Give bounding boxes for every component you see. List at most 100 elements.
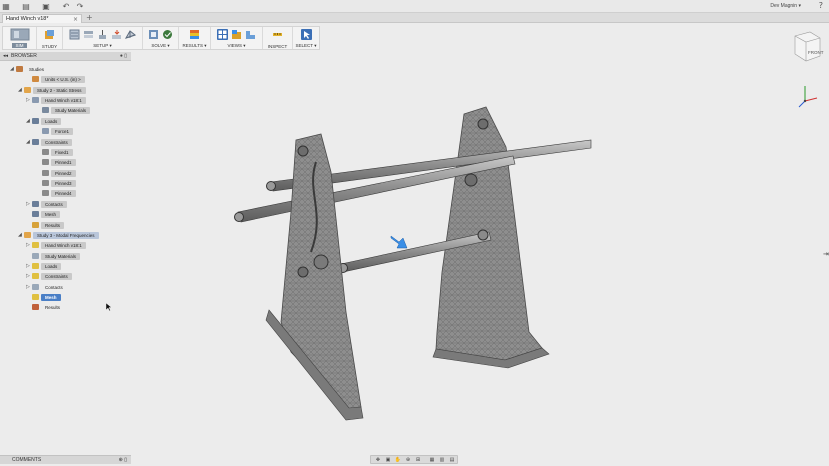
tree-item[interactable]: ▷ Contacts: [26, 200, 67, 208]
collapse-icon[interactable]: ◂◂: [3, 53, 8, 59]
tree-item[interactable]: Study Materials: [36, 106, 91, 114]
view-cube[interactable]: FRONT: [790, 28, 824, 64]
zoom-icon[interactable]: ⊕: [404, 457, 412, 463]
viewport-settings-icon[interactable]: ▤: [448, 457, 456, 463]
ribbon-group-inspect[interactable]: INSPECT: [263, 27, 293, 49]
tree-item[interactable]: ◢ Studies: [10, 65, 48, 73]
results-icon: [190, 30, 199, 39]
solve-icon: [163, 30, 172, 39]
ribbon-group-select[interactable]: SELECT ▾: [293, 27, 319, 49]
contacts-icon: [32, 201, 39, 207]
force-arrow-icon[interactable]: [390, 235, 408, 249]
document-tab-title: Hand Winch v18*: [6, 16, 49, 22]
comments-bar[interactable]: COMMENTS ⊕ ▯: [0, 455, 131, 464]
tree-item[interactable]: ◢ Loads: [26, 117, 62, 125]
tree-item-label: Loads: [41, 117, 62, 125]
tree-item[interactable]: Pinned3: [36, 179, 76, 187]
tree-item-label: Study Materials: [51, 106, 91, 114]
save-icon[interactable]: ▣: [40, 0, 52, 12]
ribbon-group-results[interactable]: RESULTS ▾: [179, 27, 211, 49]
tree-item[interactable]: Pinned1: [36, 158, 76, 166]
ribbon-group-solve[interactable]: SOLVE ▾: [143, 27, 179, 49]
tree-item[interactable]: Units < U.S. (in) >: [26, 75, 85, 83]
pointer-hint-icon: ⇥: [823, 250, 829, 258]
tree-item[interactable]: Mesh: [26, 210, 61, 218]
mesh-icon: [32, 294, 39, 300]
tree-item-label: Contacts: [41, 200, 67, 208]
ribbon: SIM STUDY SETUP ▾ SOLVE ▾ RESULTS ▾ VIEW…: [0, 24, 829, 51]
display-settings-icon[interactable]: ▦: [428, 457, 436, 463]
grid-settings-icon[interactable]: ▥: [438, 457, 446, 463]
browser-pin-icon[interactable]: ● ▯: [120, 53, 127, 59]
redo-icon[interactable]: ↷: [74, 0, 86, 12]
look-at-icon[interactable]: ▣: [384, 457, 392, 463]
document-tab[interactable]: Hand Winch v18* ×: [2, 14, 82, 23]
force-icon: [42, 128, 49, 134]
tree-item[interactable]: ▷ Constraints: [26, 272, 72, 280]
user-menu[interactable]: Dev Magnin ▾: [770, 3, 801, 9]
ribbon-group-setup[interactable]: SETUP ▾: [63, 27, 143, 49]
tree-item[interactable]: ◢ Constraints: [26, 138, 72, 146]
tree-item[interactable]: Pinned4: [36, 189, 76, 197]
component-icon: [32, 97, 39, 103]
workspace-switcher[interactable]: SIM: [3, 27, 37, 49]
tree-item-label: Hand Winch v18:1: [41, 96, 86, 104]
workspace-label: SIM: [12, 43, 27, 48]
tree-item[interactable]: Pinned2: [36, 169, 76, 177]
constraints-icon: [32, 139, 39, 145]
constraint-icon: [42, 170, 49, 176]
tree-item[interactable]: ◢ Study 3 - Modal Frequencies: [18, 231, 99, 239]
constraints-icon: [99, 30, 106, 39]
right-plate: [432, 106, 550, 369]
study-icon: [24, 87, 31, 93]
tree-item[interactable]: Results: [26, 303, 64, 311]
undo-icon[interactable]: ↶: [60, 0, 72, 12]
split-icon: [246, 31, 255, 39]
results-icon: [32, 222, 39, 228]
constraint-icon: [42, 180, 49, 186]
file-menu-icon[interactable]: ▤: [20, 0, 32, 12]
comments-controls-icon[interactable]: ⊕ ▯: [119, 457, 127, 463]
tree-item-label: Mesh: [41, 293, 61, 301]
mouse-cursor-icon: [106, 303, 112, 311]
tree-item[interactable]: ▷ Contacts: [26, 283, 67, 291]
tree-item-label: Studies: [29, 66, 45, 72]
axis-triad: [798, 86, 818, 108]
viewport-canvas[interactable]: [131, 52, 829, 454]
new-tab-icon[interactable]: +: [86, 13, 93, 22]
tree-item-label: Pinned3: [51, 179, 76, 187]
tree-item[interactable]: Fixed1: [36, 148, 73, 156]
orbit-icon[interactable]: ✥: [374, 457, 382, 463]
measure-icon: [273, 33, 282, 36]
constraints-icon: [32, 273, 39, 279]
tree-item-label: Study 3 - Modal Frequencies: [33, 231, 99, 239]
tree-item[interactable]: ▷ Hand Winch v18:1: [26, 96, 86, 104]
view-cube-face-label: FRONT: [808, 50, 824, 55]
loads-icon: [32, 263, 39, 269]
fit-icon[interactable]: ⊞: [414, 457, 422, 463]
app-grid-icon[interactable]: ▦: [0, 0, 12, 12]
tree-item[interactable]: Study Materials: [26, 252, 81, 260]
tree-item[interactable]: ◢ Study 2 - Static Stress: [18, 86, 86, 94]
loads-icon: [32, 118, 39, 124]
contacts-icon: [32, 284, 39, 290]
tree-item[interactable]: ▷ Hand Winch v18:1: [26, 241, 86, 249]
tree-item-label: Loads: [41, 262, 62, 270]
ribbon-group-views[interactable]: VIEWS ▾: [211, 27, 263, 49]
tree-item[interactable]: ▷ Loads: [26, 262, 62, 270]
workspace-icon: [10, 28, 29, 41]
pan-icon[interactable]: ✋: [394, 457, 402, 463]
navigation-toolbar: ✥ ▣ ✋ ⊕ ⊞ ▦ ▥ ▤: [370, 455, 458, 464]
ribbon-group-study[interactable]: STUDY: [37, 27, 63, 49]
loads-icon: [112, 30, 121, 39]
study-icon: [45, 30, 54, 39]
close-icon[interactable]: ×: [73, 16, 78, 23]
tree-item[interactable]: Mesh: [26, 293, 61, 301]
help-icon[interactable]: ?: [819, 1, 823, 10]
tree-item-label: Mesh: [41, 210, 61, 218]
mesh-icon: [32, 211, 39, 217]
tree-item-label: Constraints: [41, 272, 72, 280]
tree-item-label: Fixed1: [51, 148, 73, 156]
tree-item[interactable]: Results: [26, 221, 65, 229]
tree-item[interactable]: Force1: [36, 127, 74, 135]
